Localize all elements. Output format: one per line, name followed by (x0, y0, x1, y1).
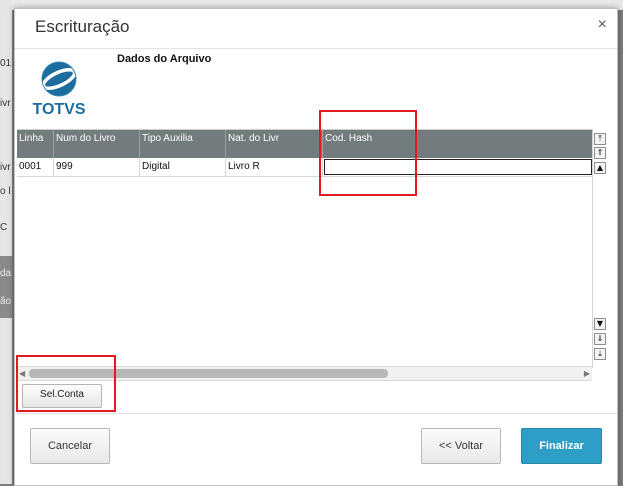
background-fragment: ão (0, 296, 12, 307)
data-grid: Linha Num do Livro Tipo Auxilia Nat. do … (17, 129, 592, 369)
close-icon[interactable]: × (598, 15, 607, 35)
column-header-num-livro[interactable]: Num do Livro (54, 130, 140, 158)
column-header-nat-livro[interactable]: Nat. do Livr (226, 130, 323, 158)
footer-divider (15, 413, 617, 414)
background-fragment: da (0, 268, 12, 279)
escrituracao-dialog: Escrituração × TOTVS Dados do Arquivo Li… (14, 8, 618, 486)
highlight-box-cod-hash (319, 110, 417, 196)
scroll-top-icon[interactable]: ⤒ (594, 133, 606, 145)
scroll-right-icon[interactable]: ▶ (584, 367, 590, 380)
section-title: Dados do Arquivo (117, 53, 212, 65)
cell-tipo-auxilia[interactable]: Digital (140, 158, 226, 176)
background-fragment: C (0, 222, 8, 233)
totvs-logo: TOTVS (32, 61, 86, 118)
background-fragment: ivr (0, 162, 11, 173)
dialog-title: Escrituração (35, 17, 130, 36)
vertical-scrollbar[interactable]: ⤒ ⇑ ▲ ▼ ⇓ ⤓ (592, 129, 607, 368)
scroll-page-up-icon[interactable]: ⇑ (594, 147, 606, 159)
background-fragment: 01 (0, 58, 12, 69)
background-dark-band (0, 256, 12, 318)
cancelar-button[interactable]: Cancelar (30, 428, 110, 464)
logo-text: TOTVS (32, 101, 85, 118)
scroll-down-icon[interactable]: ▼ (594, 318, 606, 330)
cell-nat-livro[interactable]: Livro R (226, 158, 323, 176)
background-app-panel (0, 0, 12, 484)
highlight-box-sel-conta (16, 355, 116, 412)
background-fragment: o l (0, 186, 11, 197)
voltar-button[interactable]: << Voltar (421, 428, 501, 464)
cell-num-livro[interactable]: 999 (54, 158, 140, 176)
title-divider (15, 48, 617, 49)
grid-header: Linha Num do Livro Tipo Auxilia Nat. do … (17, 130, 592, 158)
cell-linha[interactable]: 0001 (17, 158, 54, 176)
finalizar-button[interactable]: Finalizar (521, 428, 602, 464)
scroll-up-icon[interactable]: ▲ (594, 162, 606, 174)
column-header-tipo-auxilia[interactable]: Tipo Auxilia (140, 130, 226, 158)
scroll-bottom-icon[interactable]: ⤓ (594, 348, 606, 360)
table-row[interactable]: 0001 999 Digital Livro R (17, 158, 592, 177)
column-header-linha[interactable]: Linha (17, 130, 54, 158)
scroll-page-down-icon[interactable]: ⇓ (594, 333, 606, 345)
background-fragment: ivr (0, 98, 11, 109)
